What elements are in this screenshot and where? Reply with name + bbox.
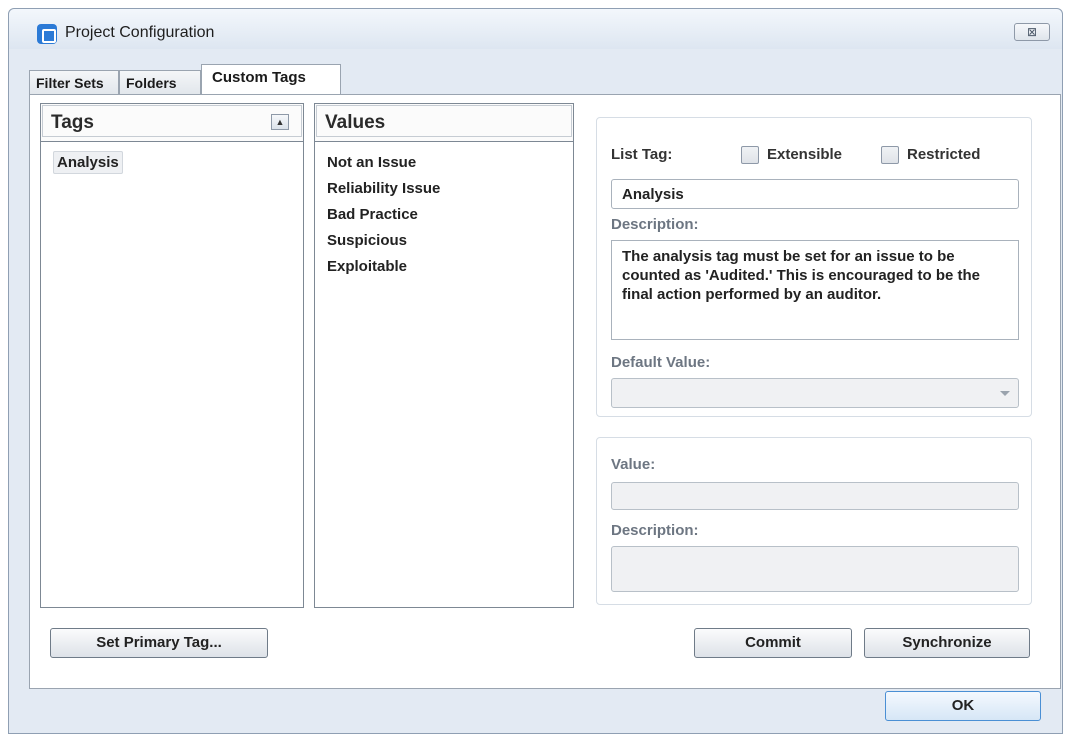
commit-button[interactable]: Commit [694,628,852,658]
value-item-label: Bad Practice [327,206,418,223]
list-item[interactable]: Not an Issue [323,150,569,176]
custom-tags-pane: Tags ▲ Analysis Values Not an Issue Reli… [29,94,1061,689]
list-item[interactable]: Exploitable [323,254,569,280]
tag-name-field[interactable]: Analysis [611,179,1019,209]
values-header: Values [315,104,573,142]
sort-icon[interactable]: ▲ [271,114,289,130]
value-item-label: Not an Issue [327,154,417,171]
window-title: Project Configuration [65,24,215,41]
chevron-down-icon [1000,391,1010,396]
value-details-group: Value: Description: [596,437,1032,605]
restricted-label: Restricted [907,146,981,163]
default-value-label: Default Value: [611,354,711,371]
title-bar: Project Configuration ⊠ [9,9,1062,49]
list-item[interactable]: Suspicious [323,228,569,254]
extensible-label: Extensible [767,146,843,163]
tags-header-label: Tags [51,112,94,133]
tab-custom-tags[interactable]: Custom Tags [201,64,341,95]
tag-details-group: List Tag: Extensible Restricted Analysis… [596,117,1032,417]
description-label: Description: [611,216,699,233]
value-item-label: Reliability Issue [327,180,441,197]
extensible-checkbox[interactable] [741,146,759,164]
values-header-label: Values [325,112,386,133]
tab-filter-sets[interactable]: Filter Sets [29,70,119,94]
value-description-field[interactable] [611,546,1019,592]
tag-item-label: Analysis [53,151,123,174]
ok-button[interactable]: OK [885,691,1041,721]
close-button[interactable]: ⊠ [1014,23,1050,41]
list-item[interactable]: Analysis [49,150,299,176]
value-label: Value: [611,456,656,473]
default-value-select[interactable] [611,378,1019,408]
app-icon [37,24,57,44]
tags-list: Analysis [49,150,299,176]
synchronize-button[interactable]: Synchronize [864,628,1030,658]
list-tag-label: List Tag: [611,146,673,163]
restricted-checkbox[interactable] [881,146,899,164]
value-item-label: Exploitable [327,258,408,275]
values-list: Not an Issue Reliability Issue Bad Pract… [323,150,569,280]
values-panel: Values Not an Issue Reliability Issue Ba… [314,103,574,608]
value-description-label: Description: [611,522,699,539]
set-primary-tag-button[interactable]: Set Primary Tag... [50,628,268,658]
project-configuration-dialog: Project Configuration ⊠ Filter Sets Fold… [8,8,1063,734]
list-item[interactable]: Reliability Issue [323,176,569,202]
list-item[interactable]: Bad Practice [323,202,569,228]
tag-description-field[interactable]: The analysis tag must be set for an issu… [611,240,1019,340]
tags-header: Tags ▲ [41,104,303,142]
tab-folders[interactable]: Folders [119,70,201,94]
value-field[interactable] [611,482,1019,510]
tags-panel: Tags ▲ Analysis [40,103,304,608]
value-item-label: Suspicious [327,232,408,249]
